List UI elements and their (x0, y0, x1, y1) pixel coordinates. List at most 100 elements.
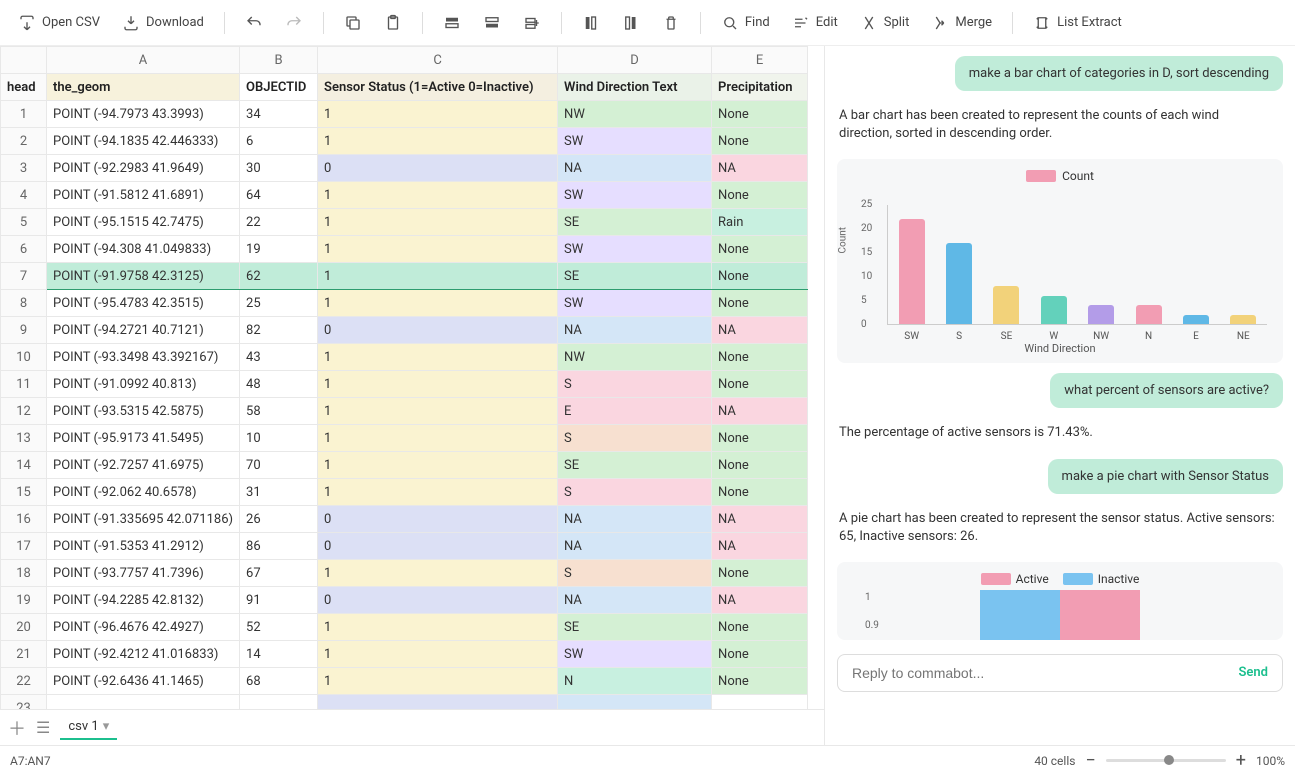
row-number[interactable]: 19 (1, 587, 47, 614)
table-row[interactable]: 16 POINT (-91.335695 42.071186) 26 0 NA … (1, 506, 808, 533)
cell-geom[interactable]: POINT (-92.6436 41.1465) (47, 668, 240, 695)
cell-wind[interactable]: SE (558, 452, 712, 479)
cell-objectid[interactable]: 25 (240, 290, 318, 317)
cell-objectid[interactable]: 48 (240, 371, 318, 398)
cell-status[interactable]: 1 (318, 425, 558, 452)
cell-wind[interactable]: SE (558, 209, 712, 236)
add-sheet-button[interactable]: ＋ (8, 715, 26, 741)
cell-objectid[interactable]: 22 (240, 209, 318, 236)
cell-status[interactable]: 1 (318, 263, 558, 290)
cell-geom[interactable]: POINT (-93.7757 41.7396) (47, 560, 240, 587)
cell-wind[interactable]: NW (558, 344, 712, 371)
copy-button[interactable] (338, 10, 368, 36)
header-status[interactable]: Sensor Status (1=Active 0=Inactive) (318, 74, 558, 101)
cell-wind[interactable]: N (558, 668, 712, 695)
table-row[interactable]: 9 POINT (-94.2721 40.7121) 82 0 NA NA (1, 317, 808, 344)
header-geom[interactable]: the_geom (47, 74, 240, 101)
cell-geom[interactable]: POINT (-91.0992 40.813) (47, 371, 240, 398)
header-wind[interactable]: Wind Direction Text (558, 74, 712, 101)
cell-status[interactable]: 1 (318, 668, 558, 695)
row-number[interactable]: 7 (1, 263, 47, 290)
row-number[interactable]: 23 (1, 695, 47, 710)
cell-objectid[interactable]: 58 (240, 398, 318, 425)
corner-cell[interactable] (1, 47, 47, 74)
table-row[interactable]: 3 POINT (-92.2983 41.9649) 30 0 NA NA (1, 155, 808, 182)
row-number[interactable]: 17 (1, 533, 47, 560)
cell-geom[interactable]: POINT (-94.2721 40.7121) (47, 317, 240, 344)
delete-row-button[interactable] (517, 10, 547, 36)
cell-precip[interactable]: None (712, 452, 808, 479)
row-number[interactable]: 2 (1, 128, 47, 155)
cell-status[interactable]: 1 (318, 128, 558, 155)
redo-button[interactable] (279, 10, 309, 36)
cell-precip[interactable]: None (712, 263, 808, 290)
row-number[interactable]: 4 (1, 182, 47, 209)
table-row[interactable]: 5 POINT (-95.1515 42.7475) 22 1 SE Rain (1, 209, 808, 236)
cell-status[interactable]: 1 (318, 614, 558, 641)
cell-geom[interactable]: POINT (-91.9758 42.3125) (47, 263, 240, 290)
cell-wind[interactable]: S (558, 371, 712, 398)
cell-precip[interactable]: NA (712, 317, 808, 344)
cell-status[interactable]: 1 (318, 479, 558, 506)
cell-objectid[interactable]: 6 (240, 128, 318, 155)
cell-precip[interactable]: None (712, 290, 808, 317)
sheet-menu-button[interactable]: ☰ (36, 718, 50, 737)
row-number[interactable]: 8 (1, 290, 47, 317)
insert-col-right-button[interactable] (616, 10, 646, 36)
cell-wind[interactable]: NA (558, 533, 712, 560)
cell-precip[interactable]: None (712, 182, 808, 209)
split-button[interactable]: Split (854, 10, 916, 36)
cell-wind[interactable]: NA (558, 317, 712, 344)
merge-button[interactable]: Merge (925, 10, 998, 36)
zoom-slider[interactable] (1106, 759, 1226, 762)
cell-wind[interactable]: NW (558, 101, 712, 128)
cell-wind[interactable]: S (558, 560, 712, 587)
col-B[interactable]: B (240, 47, 318, 74)
cell-precip[interactable]: NA (712, 155, 808, 182)
cell-geom[interactable]: POINT (-92.4212 41.016833) (47, 641, 240, 668)
cell-geom[interactable]: POINT (-94.1835 42.446333) (47, 128, 240, 155)
cell-precip[interactable]: None (712, 236, 808, 263)
cell-status[interactable]: 1 (318, 101, 558, 128)
cell-geom[interactable]: POINT (-91.5353 41.2912) (47, 533, 240, 560)
row-number[interactable]: 13 (1, 425, 47, 452)
cell-wind[interactable]: E (558, 398, 712, 425)
table-row[interactable]: 20 POINT (-96.4676 42.4927) 52 1 SE None (1, 614, 808, 641)
insert-row-top-button[interactable] (437, 10, 467, 36)
cell-geom[interactable]: POINT (-94.7973 43.3993) (47, 101, 240, 128)
list-extract-button[interactable]: List Extract (1027, 10, 1128, 36)
header-precip[interactable]: Precipitation (712, 74, 808, 101)
undo-button[interactable] (239, 10, 269, 36)
cell-status[interactable]: 1 (318, 344, 558, 371)
cell-objectid[interactable]: 86 (240, 533, 318, 560)
table-row[interactable]: 8 POINT (-95.4783 42.3515) 25 1 SW None (1, 290, 808, 317)
chat-input[interactable] (852, 665, 1238, 681)
table-row[interactable]: 1 POINT (-94.7973 43.3993) 34 1 NW None (1, 101, 808, 128)
row-number[interactable]: 22 (1, 668, 47, 695)
cell-geom[interactable]: POINT (-95.1515 42.7475) (47, 209, 240, 236)
table-row[interactable]: 17 POINT (-91.5353 41.2912) 86 0 NA NA (1, 533, 808, 560)
table-row[interactable]: 19 POINT (-94.2285 42.8132) 91 0 NA NA (1, 587, 808, 614)
insert-col-left-button[interactable] (576, 10, 606, 36)
cell-wind[interactable]: SW (558, 182, 712, 209)
table-row[interactable]: 12 POINT (-93.5315 42.5875) 58 1 E NA (1, 398, 808, 425)
sheet-tab[interactable]: csv 1 ▾ (60, 715, 117, 740)
table-row[interactable]: 15 POINT (-92.062 40.6578) 31 1 S None (1, 479, 808, 506)
cell-objectid[interactable]: 30 (240, 155, 318, 182)
cell-status[interactable]: 1 (318, 290, 558, 317)
cell-precip[interactable]: NA (712, 398, 808, 425)
col-C[interactable]: C (318, 47, 558, 74)
cell-objectid[interactable]: 67 (240, 560, 318, 587)
cell-wind[interactable]: S (558, 479, 712, 506)
cell-geom[interactable]: POINT (-91.335695 42.071186) (47, 506, 240, 533)
table-row[interactable]: 11 POINT (-91.0992 40.813) 48 1 S None (1, 371, 808, 398)
cell-wind[interactable]: S (558, 425, 712, 452)
cell-status[interactable]: 1 (318, 182, 558, 209)
cell-geom[interactable]: POINT (-92.7257 41.6975) (47, 452, 240, 479)
cell-objectid[interactable]: 91 (240, 587, 318, 614)
cell-precip[interactable]: None (712, 479, 808, 506)
row-number[interactable]: 10 (1, 344, 47, 371)
cell-precip[interactable]: None (712, 560, 808, 587)
cell-objectid[interactable]: 70 (240, 452, 318, 479)
cell-status[interactable]: 0 (318, 506, 558, 533)
